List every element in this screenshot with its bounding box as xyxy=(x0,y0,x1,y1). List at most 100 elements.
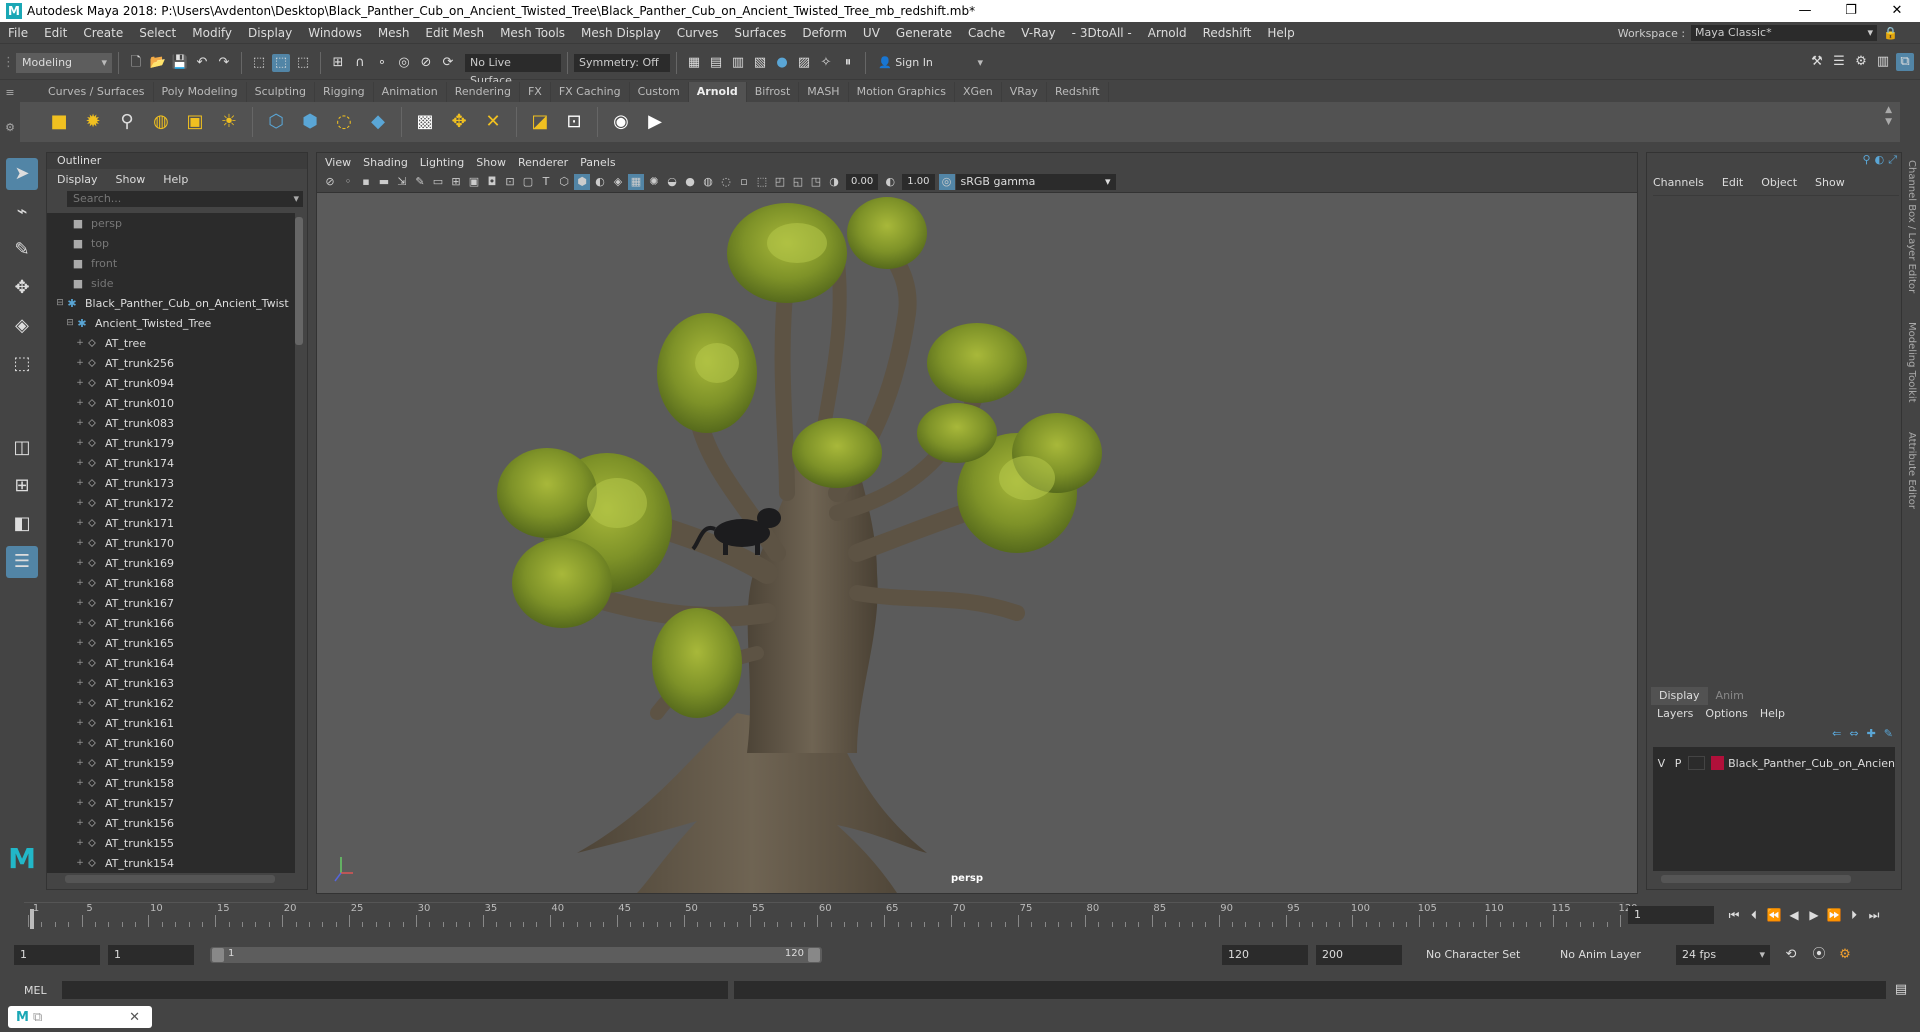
expand-toggle-icon[interactable]: + xyxy=(75,738,85,748)
mesh-light-icon[interactable]: ✹ xyxy=(79,108,107,136)
snap-point-icon[interactable]: ∘ xyxy=(373,54,391,72)
create-layer-from-selection-icon[interactable]: ✎ xyxy=(1884,727,1893,740)
shelf-tab-custom[interactable]: Custom xyxy=(630,82,689,102)
channel-box-menu-channels[interactable]: Channels xyxy=(1653,176,1704,189)
go-to-start-icon[interactable]: ⏮ xyxy=(1724,908,1744,923)
outliner-group-tree[interactable]: ⊟ ✱ Ancient_Twisted_Tree xyxy=(47,313,295,333)
expand-toggle-icon[interactable]: + xyxy=(75,678,85,688)
flush-texture-cache-icon[interactable]: ▩ xyxy=(411,108,439,136)
outliner-item[interactable]: + ⬦ AT_trunk157 xyxy=(47,793,295,813)
isolate-select-icon[interactable]: ▫ xyxy=(736,174,752,190)
lasso-tool-icon[interactable]: ⌁ xyxy=(6,196,38,228)
menu-deform[interactable]: Deform xyxy=(794,26,855,40)
layer-playback-toggle[interactable]: P xyxy=(1670,757,1687,770)
gate-mask-icon[interactable]: ◘ xyxy=(484,174,500,190)
anti-aliasing-icon[interactable]: ◍ xyxy=(700,174,716,190)
close-task-icon[interactable]: ✕ xyxy=(129,1010,140,1025)
channel-box-menu-edit[interactable]: Edit xyxy=(1722,176,1743,189)
tx-manager-icon[interactable]: ◪ xyxy=(526,108,554,136)
menu-arnold[interactable]: Arnold xyxy=(1140,26,1195,40)
outliner-item[interactable]: + ⬦ AT_trunk165 xyxy=(47,633,295,653)
outliner-layout-icon[interactable]: ☰ xyxy=(6,546,38,578)
shelf-tab-sculpting[interactable]: Sculpting xyxy=(247,82,315,102)
layer-visibility-toggle[interactable]: V xyxy=(1653,757,1670,770)
create-empty-layer-icon[interactable]: ✚ xyxy=(1867,727,1876,740)
layer-row[interactable]: V P Black_Panther_Cub_on_Ancien xyxy=(1653,753,1895,773)
flush-all-caches-icon[interactable]: ✕ xyxy=(479,108,507,136)
outliner-camera-side[interactable]: ■ side xyxy=(47,273,295,293)
outliner-item[interactable]: + ⬦ AT_trunk171 xyxy=(47,513,295,533)
camera-attributes-icon[interactable]: ◦ xyxy=(340,174,356,190)
channel-box-expand-icon[interactable]: ⤢ xyxy=(1888,153,1897,171)
menu-uv[interactable]: UV xyxy=(855,26,888,40)
shelf-tab-rendering[interactable]: Rendering xyxy=(447,82,520,102)
layer-display-type[interactable] xyxy=(1688,756,1706,770)
outliner-item[interactable]: + ⬦ AT_trunk155 xyxy=(47,833,295,853)
channel-box-settings-icon[interactable]: ◐ xyxy=(1875,153,1885,171)
photometric-light-icon[interactable]: ⚲ xyxy=(113,108,141,136)
outliner-item[interactable]: + ⬦ AT_trunk168 xyxy=(47,573,295,593)
outliner-item[interactable]: + ⬦ AT_trunk159 xyxy=(47,753,295,773)
field-chart-icon[interactable]: ⊡ xyxy=(502,174,518,190)
step-forward-key-icon[interactable]: ⏵ xyxy=(1844,908,1864,923)
select-tool-icon[interactable]: ➤ xyxy=(6,158,38,190)
channel-box-menu-object[interactable]: Object xyxy=(1761,176,1797,189)
render-setup-icon[interactable]: ▨ xyxy=(795,54,813,72)
select-component-icon[interactable]: ⬚ xyxy=(294,54,312,72)
physical-sky-icon[interactable]: ☀ xyxy=(215,108,243,136)
shelf-menu-icon[interactable]: ≡ xyxy=(0,86,20,99)
layer-menu-options[interactable]: Options xyxy=(1705,705,1747,723)
layer-menu-layers[interactable]: Layers xyxy=(1657,705,1693,723)
expand-toggle-icon[interactable]: + xyxy=(75,438,85,448)
anim-layer-dropdown[interactable]: No Anim Layer xyxy=(1552,945,1662,965)
gamma-icon[interactable]: ◐ xyxy=(882,174,898,190)
animation-start-field[interactable]: 1 xyxy=(14,945,100,965)
expand-toggle-icon[interactable]: + xyxy=(75,418,85,428)
film-gate-icon[interactable]: ▭ xyxy=(430,174,446,190)
minimize-button[interactable]: — xyxy=(1782,0,1828,22)
menu-edit[interactable]: Edit xyxy=(36,26,75,40)
outliner-camera-front[interactable]: ■ front xyxy=(47,253,295,273)
step-forward-frame-icon[interactable]: ⏩ xyxy=(1824,908,1844,922)
menu-windows[interactable]: Windows xyxy=(300,26,370,40)
command-input[interactable] xyxy=(62,981,728,999)
textured-icon[interactable]: ◈ xyxy=(610,174,626,190)
outliner-item[interactable]: + ⬦ AT_trunk172 xyxy=(47,493,295,513)
layer-tab-display[interactable]: Display xyxy=(1651,687,1708,705)
menu-select[interactable]: Select xyxy=(131,26,184,40)
outliner-item[interactable]: + ⬦ AT_trunk179 xyxy=(47,433,295,453)
outliner-item[interactable]: + ⬦ AT_trunk010 xyxy=(47,393,295,413)
select-hierarchy-icon[interactable]: ⬚ xyxy=(250,54,268,72)
move-layer-up-icon[interactable]: ⇐ xyxy=(1832,727,1841,740)
animation-preferences-icon[interactable]: ⚙ xyxy=(1836,946,1854,964)
expand-toggle-icon[interactable]: + xyxy=(75,358,85,368)
expand-toggle-icon[interactable]: + xyxy=(75,538,85,548)
channel-box-icon[interactable]: ▥ xyxy=(1874,53,1892,71)
layer-tab-anim[interactable]: Anim xyxy=(1708,687,1752,705)
side-tab-attribute-editor[interactable]: Attribute Editor xyxy=(1906,432,1917,509)
image-plane-icon[interactable]: ▬ xyxy=(376,174,392,190)
outliner-camera-persp[interactable]: ■ persp xyxy=(47,213,295,233)
outliner-item[interactable]: + ⬦ AT_trunk170 xyxy=(47,533,295,553)
menu-create[interactable]: Create xyxy=(75,26,131,40)
snap-surface-icon[interactable]: ⟳ xyxy=(439,54,457,72)
menu-modify[interactable]: Modify xyxy=(184,26,240,40)
outliner-item[interactable]: + ⬦ AT_trunk083 xyxy=(47,413,295,433)
expand-toggle-icon[interactable]: + xyxy=(75,558,85,568)
viewport-menu-show[interactable]: Show xyxy=(476,156,506,169)
outliner-item[interactable]: + ⬦ AT_trunk156 xyxy=(47,813,295,833)
two-d-pan-zoom-icon[interactable]: ⇲ xyxy=(394,174,410,190)
make-live-icon[interactable]: ⊘ xyxy=(417,54,435,72)
xray-icon[interactable]: ⬚ xyxy=(754,174,770,190)
play-forwards-icon[interactable]: ▶ xyxy=(1804,908,1824,922)
arnold-renderview-icon[interactable]: ◉ xyxy=(607,108,635,136)
wireframe-icon[interactable]: ⬡ xyxy=(556,174,572,190)
menu-display[interactable]: Display xyxy=(240,26,300,40)
live-surface-field[interactable]: No Live Surface xyxy=(465,53,561,87)
sign-in-button[interactable]: 👤 Sign In xyxy=(872,52,988,73)
menu-mesh[interactable]: Mesh xyxy=(370,26,418,40)
channel-box-menu-show[interactable]: Show xyxy=(1815,176,1845,189)
time-slider-track[interactable]: 1 5 10 15 20 25 30 35 40 45 50 55 60 65 70 75 80 85 90 95 10… xyxy=(24,902,1638,929)
menu-vray[interactable]: V-Ray xyxy=(1013,26,1063,40)
color-space-dropdown[interactable]: sRGB gamma xyxy=(955,173,1116,190)
